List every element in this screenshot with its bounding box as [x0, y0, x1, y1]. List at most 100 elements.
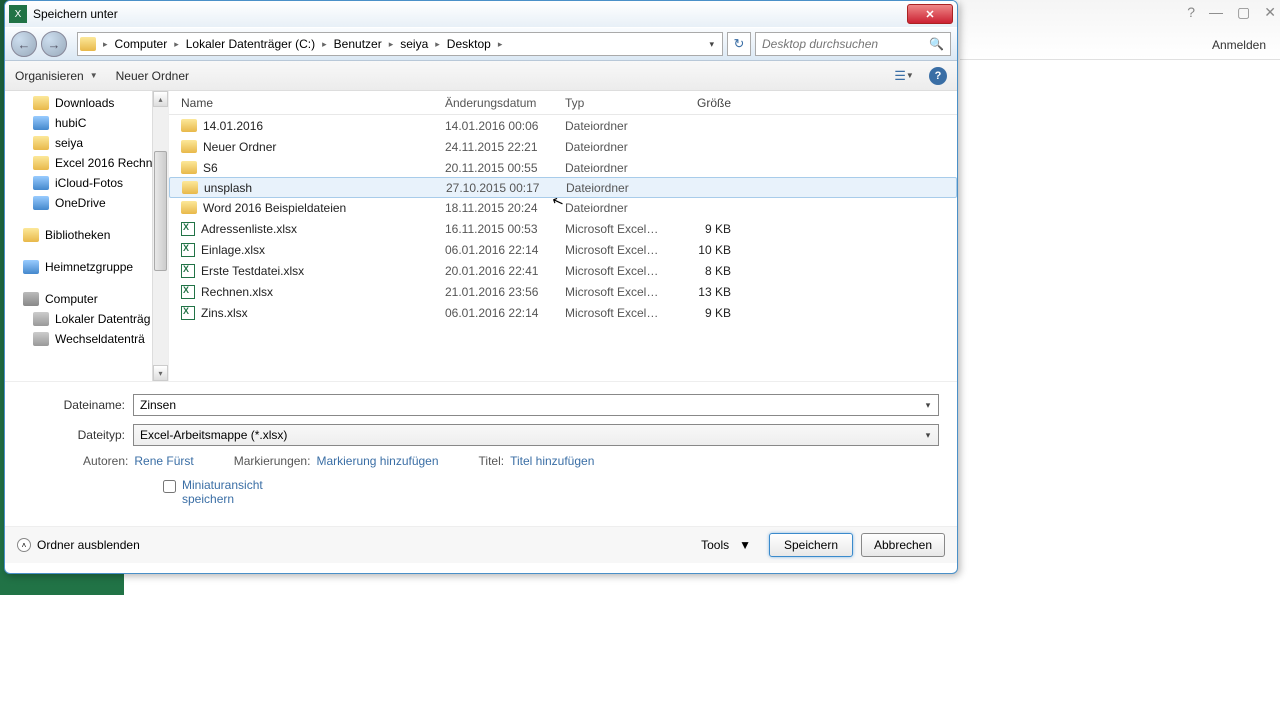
file-type: Dateiordner	[553, 140, 673, 154]
file-row[interactable]: Einlage.xlsx06.01.2016 22:14Microsoft Ex…	[169, 239, 957, 260]
chevron-right-icon[interactable]: ▸	[171, 39, 182, 50]
hide-folders-button[interactable]: ˄ Ordner ausblenden	[17, 538, 140, 552]
organize-label: Organisieren	[15, 69, 84, 83]
col-name[interactable]: Name	[169, 96, 433, 110]
file-type: Dateiordner	[553, 201, 673, 215]
file-date: 18.11.2015 20:24	[433, 201, 553, 215]
file-date: 24.11.2015 22:21	[433, 140, 553, 154]
file-row[interactable]: Rechnen.xlsx21.01.2016 23:56Microsoft Ex…	[169, 281, 957, 302]
tree-item[interactable]: hubiC	[5, 113, 168, 133]
filename-input[interactable]: Zinsen ▾	[133, 394, 939, 416]
file-row[interactable]: Zins.xlsx06.01.2016 22:14Microsoft Excel…	[169, 302, 957, 323]
tree-item[interactable]: Downloads	[5, 93, 168, 113]
thumbnail-checkbox[interactable]	[163, 480, 176, 493]
folder-tree[interactable]: DownloadshubiCseiyaExcel 2016 RechniClou…	[5, 91, 169, 381]
help-button[interactable]: ?	[929, 67, 947, 85]
chevron-up-icon: ˄	[17, 538, 31, 552]
file-size: 10 KB	[673, 243, 743, 257]
chevron-right-icon[interactable]: ▸	[495, 39, 506, 50]
file-date: 14.01.2016 00:06	[433, 119, 553, 133]
path-seg-desktop[interactable]: Desktop	[443, 33, 495, 55]
tags-value[interactable]: Markierung hinzufügen	[316, 454, 438, 468]
authors-label: Autoren:	[83, 454, 128, 468]
path-seg-drive[interactable]: Lokaler Datenträger (C:)	[182, 33, 319, 55]
file-row[interactable]: Word 2016 Beispieldateien18.11.2015 20:2…	[169, 197, 957, 218]
chevron-right-icon[interactable]: ▸	[319, 39, 330, 50]
tree-item[interactable]: OneDrive	[5, 193, 168, 213]
col-date[interactable]: Änderungsdatum	[433, 96, 553, 110]
file-row[interactable]: unsplash27.10.2015 00:17Dateiordner	[169, 177, 957, 198]
chevron-right-icon[interactable]: ▸	[100, 39, 111, 50]
toolbar: Organisieren ▼ Neuer Ordner ☰ ▼ ?	[5, 61, 957, 91]
chevron-down-icon[interactable]: ▾	[920, 427, 936, 443]
dialog-button-row: ˄ Ordner ausblenden Tools ▼ Speichern Ab…	[5, 526, 957, 563]
file-date: 06.01.2016 22:14	[433, 243, 553, 257]
title-meta-value[interactable]: Titel hinzufügen	[510, 454, 594, 468]
col-type[interactable]: Typ	[553, 96, 673, 110]
excel-icon: X	[9, 5, 27, 23]
sign-in-link[interactable]: Anmelden	[1212, 38, 1266, 52]
tree-item[interactable]: iCloud-Fotos	[5, 173, 168, 193]
file-row[interactable]: 14.01.201614.01.2016 00:06Dateiordner	[169, 115, 957, 136]
file-name: Erste Testdatei.xlsx	[201, 264, 304, 278]
file-name: 14.01.2016	[203, 119, 263, 133]
file-date: 16.11.2015 00:53	[433, 222, 553, 236]
file-type: Microsoft Excel-Ar...	[553, 306, 673, 320]
title-meta-label: Titel:	[479, 454, 505, 468]
help-icon[interactable]: ?	[1187, 4, 1195, 21]
tree-scrollbar[interactable]: ▴ ▾	[152, 91, 168, 381]
file-icon	[181, 285, 195, 299]
file-row[interactable]: Neuer Ordner24.11.2015 22:21Dateiordner	[169, 136, 957, 157]
close-icon[interactable]: ✕	[1264, 4, 1276, 21]
restore-icon[interactable]: ▢	[1237, 4, 1250, 21]
tree-item[interactable]: Lokaler Datenträg	[5, 309, 168, 329]
tags-label: Markierungen:	[234, 454, 311, 468]
chevron-right-icon[interactable]: ▸	[432, 39, 443, 50]
file-icon	[182, 181, 198, 194]
organize-button[interactable]: Organisieren ▼	[15, 69, 98, 83]
minimize-icon[interactable]: —	[1209, 4, 1223, 21]
chevron-right-icon[interactable]: ▸	[386, 39, 397, 50]
tree-item-label: Computer	[45, 292, 98, 306]
dialog-close-button[interactable]: ✕	[907, 4, 953, 24]
file-row[interactable]: Adressenliste.xlsx16.11.2015 00:53Micros…	[169, 218, 957, 239]
tree-item[interactable]: Wechseldatenträ	[5, 329, 168, 349]
refresh-button[interactable]: ↻	[727, 32, 751, 56]
path-seg-seiya[interactable]: seiya	[396, 33, 432, 55]
address-dropdown[interactable]: ▾	[703, 39, 720, 50]
file-date: 20.11.2015 00:55	[433, 161, 553, 175]
search-icon[interactable]: 🔍	[929, 37, 944, 51]
scroll-down-button[interactable]: ▾	[153, 365, 168, 381]
new-folder-button[interactable]: Neuer Ordner	[116, 69, 189, 83]
path-seg-computer[interactable]: Computer	[111, 33, 172, 55]
tree-item[interactable]: seiya	[5, 133, 168, 153]
authors-value[interactable]: Rene Fürst	[134, 454, 193, 468]
tree-item[interactable]: Excel 2016 Rechn	[5, 153, 168, 173]
path-seg-users[interactable]: Benutzer	[330, 33, 386, 55]
cancel-button[interactable]: Abbrechen	[861, 533, 945, 557]
view-options-button[interactable]: ☰ ▼	[889, 66, 919, 86]
search-box[interactable]: 🔍	[755, 32, 951, 56]
col-size[interactable]: Größe	[673, 96, 743, 110]
filetype-select[interactable]: Excel-Arbeitsmappe (*.xlsx) ▾	[133, 424, 939, 446]
scroll-up-button[interactable]: ▴	[153, 91, 168, 107]
file-size: 9 KB	[673, 306, 743, 320]
tree-item-icon	[23, 260, 39, 274]
save-button[interactable]: Speichern	[769, 533, 853, 557]
scroll-thumb[interactable]	[154, 151, 167, 271]
tree-item[interactable]: Heimnetzgruppe	[5, 257, 168, 277]
tree-item-icon	[33, 156, 49, 170]
tree-item[interactable]: Bibliotheken	[5, 225, 168, 245]
tools-button[interactable]: Tools ▼	[691, 534, 761, 556]
file-name: Rechnen.xlsx	[201, 285, 273, 299]
back-button[interactable]: ←	[11, 31, 37, 57]
forward-button[interactable]: →	[41, 31, 67, 57]
address-bar[interactable]: ▸ Computer ▸ Lokaler Datenträger (C:) ▸ …	[77, 32, 723, 56]
tree-item-label: Wechseldatenträ	[55, 332, 145, 346]
file-icon	[181, 222, 195, 236]
file-row[interactable]: Erste Testdatei.xlsx20.01.2016 22:41Micr…	[169, 260, 957, 281]
search-input[interactable]	[762, 37, 929, 51]
chevron-down-icon[interactable]: ▾	[920, 397, 936, 413]
file-row[interactable]: S620.11.2015 00:55Dateiordner	[169, 157, 957, 178]
tree-item[interactable]: Computer	[5, 289, 168, 309]
